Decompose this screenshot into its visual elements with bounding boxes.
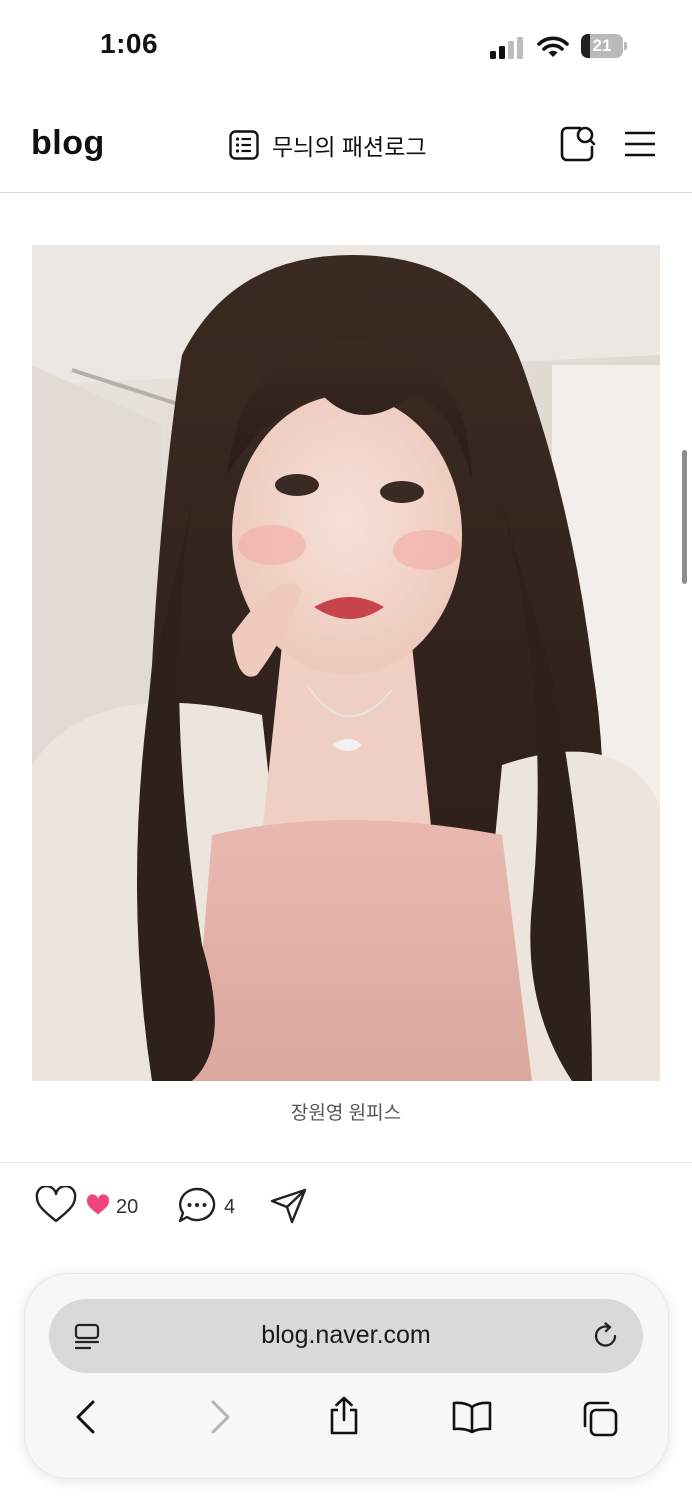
tabs-overview-icon[interactable]: [581, 1400, 619, 1443]
comment-button[interactable]: 4: [177, 1186, 235, 1229]
forward-icon[interactable]: [207, 1400, 233, 1439]
browser-toolbar: blog.naver.com: [24, 1273, 669, 1479]
post-photo[interactable]: [32, 245, 660, 1081]
back-icon[interactable]: [73, 1400, 99, 1439]
search-icon[interactable]: [559, 125, 597, 168]
filled-heart-icon: [86, 1194, 110, 1221]
blog-title-button[interactable]: 무늬의 패션로그: [229, 128, 427, 162]
photo-caption: 장원영 원피스: [290, 1103, 402, 1124]
status-bar: 1:06 21: [0, 0, 692, 92]
battery-icon: 21: [581, 34, 627, 58]
post-list-icon: [229, 130, 259, 160]
divider: [0, 1162, 692, 1163]
reload-icon[interactable]: [592, 1322, 620, 1355]
like-button[interactable]: [35, 1184, 77, 1229]
send-share-icon[interactable]: [270, 1188, 308, 1229]
blog-header: blog 무늬의 패션로그: [0, 100, 692, 193]
menu-icon[interactable]: [624, 130, 656, 163]
cellular-signal-icon: [490, 37, 526, 64]
scroll-indicator[interactable]: [682, 450, 687, 584]
comment-count: 4: [224, 1196, 236, 1218]
browser-nav-row: [25, 1394, 668, 1444]
url-text: blog.naver.com: [261, 1321, 431, 1349]
like-count: 20: [116, 1196, 139, 1218]
reaction-bar: 20 4: [0, 1182, 692, 1232]
wifi-icon: [537, 35, 569, 64]
battery-percentage: 21: [592, 36, 612, 55]
blog-logo[interactable]: blog: [31, 124, 105, 163]
like-count-group[interactable]: 20: [86, 1194, 138, 1221]
status-time: 1:06: [100, 28, 159, 59]
comment-icon: [177, 1186, 217, 1229]
blog-title: 무늬의 패션로그: [272, 134, 427, 160]
address-bar[interactable]: blog.naver.com: [49, 1299, 643, 1373]
share-icon[interactable]: [327, 1396, 361, 1441]
bookmarks-icon[interactable]: [452, 1400, 492, 1439]
